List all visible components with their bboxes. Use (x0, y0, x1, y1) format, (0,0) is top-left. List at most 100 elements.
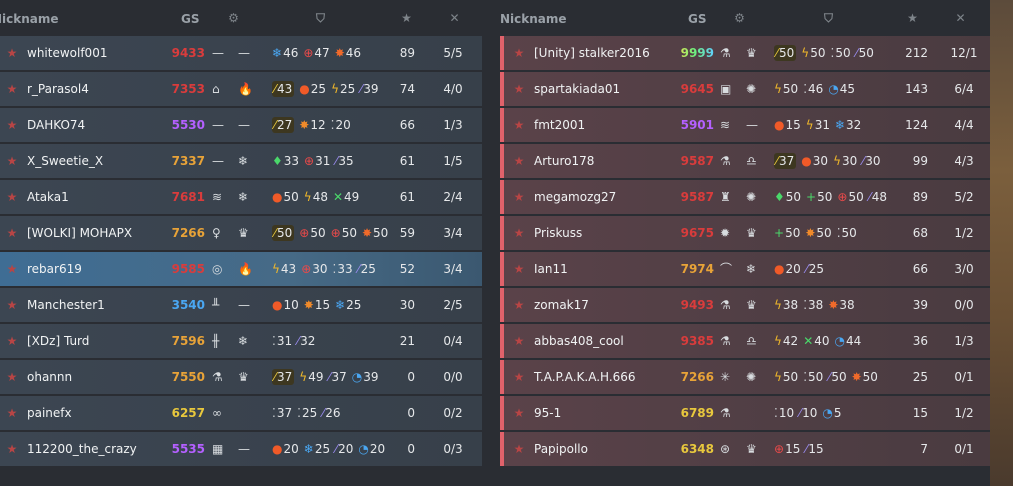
stat-module: ϟ43 (272, 262, 296, 276)
player-row[interactable]: ★ rebar619 9585 ◎ 🔥 ϟ43 ⊕30 ⁚33 ⁄25 52 3/4 (0, 252, 482, 286)
stat-value: 26 (325, 406, 341, 420)
stat-modules: ♦33 ⊕31 ⁄35 (272, 144, 359, 178)
flame-icon: ● (272, 190, 283, 204)
player-row[interactable]: ★ r_Parasol4 7353 ⌂ 🔥 ⁄43 ●25 ϟ25 ⁄39 74 4/0 (0, 72, 482, 106)
player-nickname[interactable]: 112200_the_crazy (27, 432, 137, 466)
stat-module: ϟ42 (774, 334, 798, 348)
player-row[interactable]: ★ 112200_the_crazy 5535 ▦ — ●20 ❄25 ⁄20 ◔20 0 0/3 (0, 432, 482, 466)
stat-value: 10 (283, 298, 299, 312)
player-row[interactable]: ★ Ian11 7974 ⌒ ❄ ●20 ⁄25 66 3/0 (500, 252, 990, 286)
player-row[interactable]: ★ [Unity] stalker2016 9999 ⚗ ♛ ⁄50 ϟ50 ⁚50 ⁄50 21… (500, 36, 990, 70)
stat-value: 38 (782, 298, 799, 312)
player-nickname[interactable]: spartakiada01 (534, 72, 620, 106)
player-nickname[interactable]: 95-1 (534, 396, 561, 430)
stat-value: 25 (314, 442, 331, 456)
player-score: 89 (399, 46, 415, 60)
player-row[interactable]: ★ [XDz] Turd 7596 ╫ ❄ ⁚31 ⁄32 21 0/4 (0, 324, 482, 358)
player-row[interactable]: ★ Papipollo 6348 ⊛ ♛ ⊕15 ⁄15 7 0/1 (500, 432, 990, 466)
stat-module: ●15 (774, 118, 801, 132)
player-nickname[interactable]: Priskuss (534, 216, 582, 250)
player-nickname[interactable]: ohannn (27, 360, 72, 394)
stat-value: 50 (779, 46, 795, 60)
stat-module: ⁄50 (272, 225, 295, 241)
player-row[interactable]: ★ 95-1 6789 ⚗ ⁚10 ⁄10 ◔5 15 1/2 (500, 396, 990, 430)
team-left-scoreboard: Nickname GS ⚙ ⛉ ★ ✕ ★ whitewolf001 9433 — — ❄… (0, 0, 482, 466)
player-nickname[interactable]: whitewolf001 (27, 36, 107, 70)
dots-icon: ⁚ (330, 118, 335, 132)
equipment-slot-2: 🔥 (238, 82, 253, 96)
lightning-icon: ϟ (774, 82, 782, 96)
stat-module: ✕49 (333, 190, 359, 204)
player-nickname[interactable]: X_Sweetie_X (27, 144, 103, 178)
stat-module: ⁄26 (322, 406, 340, 420)
stat-modules: ⁄37 ●30 ϟ30 ⁄30 (774, 144, 886, 178)
player-row[interactable]: ★ zomak17 9493 ⚗ ♛ ϟ38 ⁚38 ✸38 39 0/0 (500, 288, 990, 322)
stat-module: ⁄35 (335, 154, 353, 168)
player-row[interactable]: ★ [WOLKI] MOHAPX 7266 ♀ ♛ ⁄50 ⊕50 ⊕50 ✸50 59 3/4 (0, 216, 482, 250)
player-row[interactable]: ★ spartakiada01 9645 ▣ ✺ ϟ50 ⁚46 ◔45 143 6/4 (500, 72, 990, 106)
player-nickname[interactable]: [XDz] Turd (27, 324, 89, 358)
player-nickname[interactable]: [Unity] stalker2016 (534, 36, 650, 70)
player-row[interactable]: ★ ohannn 7550 ⚗ ♛ ⁄37 ϟ49 ⁄37 ◔39 0 0/0 (0, 360, 482, 394)
stat-module: ◔45 (828, 82, 855, 96)
nickname-header: Nickname (500, 12, 567, 26)
player-nickname[interactable]: Ataka1 (27, 180, 69, 214)
stat-module: ✸46 (335, 46, 361, 60)
stat-module: ⊕30 (301, 262, 327, 276)
player-score: 212 (905, 46, 928, 60)
stat-modules: ϟ50 ⁚50 ⁄50 ✸50 (774, 360, 883, 394)
gear-score: 7974 (680, 262, 714, 276)
triangle-rank-icon: ★ (6, 154, 18, 168)
player-nickname[interactable]: T.A.P.A.K.A.H.666 (534, 360, 636, 394)
stat-value: 30 (312, 262, 328, 276)
player-row[interactable]: ★ megamozg27 9587 ♜ ✺ ♦50 +50 ⊕50 ⁄48 89 5/2 (500, 180, 990, 214)
player-row[interactable]: ★ Manchester1 3540 ╨ — ●10 ✸15 ❄25 30 2/5 (0, 288, 482, 322)
player-nickname[interactable]: rebar619 (27, 252, 82, 286)
kills-deaths: 12/1 (950, 46, 978, 60)
stat-module: ❄32 (835, 118, 861, 132)
dots-icon: ⁚ (332, 262, 337, 276)
stat-module: ❄25 (304, 442, 330, 456)
player-nickname[interactable]: Ian11 (534, 252, 568, 286)
player-nickname[interactable]: fmt2001 (534, 108, 585, 142)
player-nickname[interactable]: Papipollo (534, 432, 588, 466)
player-nickname[interactable]: Manchester1 (27, 288, 105, 322)
player-nickname[interactable]: DAHKO74 (27, 108, 85, 142)
stat-value: 50 (785, 190, 802, 204)
stat-value: 50 (373, 226, 389, 240)
player-row[interactable]: ★ abbas408_cool 9385 ⚗ ♎ ϟ42 ✕40 ◔44 36 1/3 (500, 324, 990, 358)
player-row[interactable]: ★ whitewolf001 9433— — ❄46 ⊕47 ✸46 89 5/5 (0, 36, 482, 70)
kills-deaths: 4/4 (954, 118, 974, 132)
gear-score: 9675 (680, 226, 714, 240)
player-nickname[interactable]: abbas408_cool (534, 324, 624, 358)
player-row[interactable]: ★ Priskuss 9675 ✹ ♛ +50 ✸50 ⁚50 68 1/2 (500, 216, 990, 250)
lightning-icon: ϟ (833, 154, 841, 168)
gear-score: 5535 (171, 442, 205, 456)
stat-value: 37 (277, 370, 293, 384)
gear-score: 9385 (680, 334, 714, 348)
player-nickname[interactable]: megamozg27 (534, 180, 616, 214)
star-rank-icon: ★ (6, 262, 18, 276)
equipment-slot-2: ✺ (746, 82, 757, 96)
player-nickname[interactable]: [WOLKI] MOHAPX (27, 216, 132, 250)
player-nickname[interactable]: zomak17 (534, 288, 589, 322)
player-row[interactable]: ★ fmt2001 5901 ≋ — ●15 ϟ31 ❄32 124 4/4 (500, 108, 990, 142)
flame-icon: ● (272, 298, 283, 312)
kills-deaths: 0/0 (954, 298, 974, 312)
player-nickname[interactable]: Arturo178 (534, 144, 594, 178)
player-row[interactable]: ★ X_Sweetie_X 7337 — ❄ ♦33 ⊕31 ⁄35 61 1/5 (0, 144, 482, 178)
player-row[interactable]: ★ painefx 6257 ∞ ⁚37 ⁚25 ⁄26 0 0/2 (0, 396, 482, 430)
player-row[interactable]: ★ T.A.P.A.K.A.H.666 7266 ✳ ✺ ϟ50 ⁚50 ⁄50 ✸50 25 0/… (500, 360, 990, 394)
player-row[interactable]: ★ DAHKO74 5530 — — ⁄27 ✸12 ⁚20 66 1/3 (0, 108, 482, 142)
gem-icon: ♦ (272, 154, 283, 168)
stat-modules: ⁚37 ⁚25 ⁄26 (272, 396, 346, 430)
equipment-slot-2: ♛ (746, 46, 757, 60)
player-nickname[interactable]: r_Parasol4 (27, 72, 89, 106)
stat-value: 20 (335, 118, 351, 132)
player-nickname[interactable]: painefx (27, 396, 72, 430)
equipment-slot-1: ▦ (212, 442, 224, 456)
gear-score: 6257 (171, 406, 205, 420)
player-row[interactable]: ★ Ataka1 7681 ≋ ❄ ●50 ϟ48 ✕49 61 2/4 (0, 180, 482, 214)
player-row[interactable]: ★ Arturo178 9587 ⚗ ♎ ⁄37 ●30 ϟ30 ⁄30 99 4/3 (500, 144, 990, 178)
stat-value: 50 (841, 226, 857, 240)
